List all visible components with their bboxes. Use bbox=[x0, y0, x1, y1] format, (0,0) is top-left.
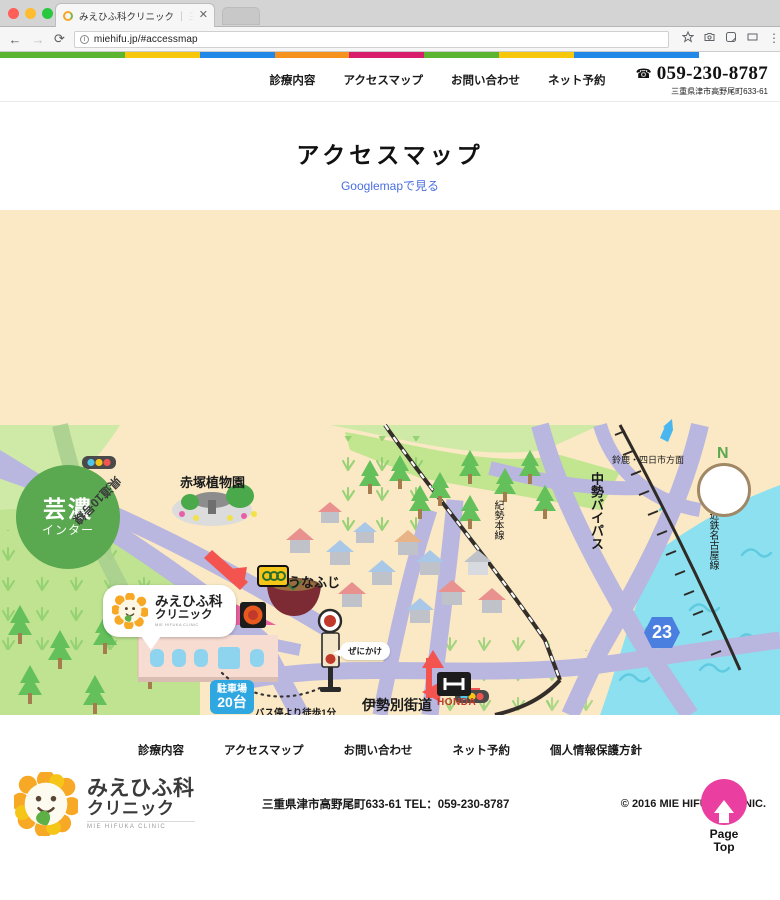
minimize-window-button[interactable] bbox=[25, 8, 36, 19]
label-akatsuka-botanical-garden: 赤塚植物園 bbox=[180, 475, 246, 490]
page-top-label-1: Page bbox=[709, 827, 739, 841]
site-footer: 診療内容 アクセスマップ お問い合わせ ネット予約 個人情報保護方針 みえひふ科… bbox=[0, 715, 780, 838]
footer-item-accessmap[interactable]: アクセスマップ bbox=[224, 742, 304, 758]
browser-window: みえひふ科クリニック ｜ 三重県 ✕ ← → ⟳ i miehifu.jp/#a… bbox=[0, 0, 780, 900]
parking-badge: 駐車場 20台 bbox=[210, 680, 254, 715]
bookmark-star-icon[interactable] bbox=[681, 30, 695, 48]
access-map[interactable]: 芸濃 インター みえひふ科 クリニック MIE HIFUKA CLINIC 赤塚… bbox=[0, 210, 780, 715]
header-phone-number: 059-230-8787 bbox=[656, 62, 768, 84]
walk-note: バス停より徒歩1分 bbox=[255, 708, 337, 715]
label-kintetsu-nagoya-line: 近鉄名古屋線 bbox=[707, 510, 718, 570]
reload-icon[interactable]: ⟳ bbox=[54, 31, 65, 47]
stripe-segment-7 bbox=[574, 52, 699, 58]
clinic-callout: みえひふ科 クリニック MIE HIFUKA CLINIC bbox=[103, 585, 236, 650]
page-viewport: 診療内容 アクセスマップ お問い合わせ ネット予約 ☎ 059-230-8787… bbox=[0, 52, 780, 899]
footer-item-shinryou[interactable]: 診療内容 bbox=[138, 742, 184, 758]
nav-item-reservation[interactable]: ネット予約 bbox=[548, 72, 606, 88]
forward-icon[interactable]: → bbox=[31, 33, 45, 46]
label-chusei-bypass-north: 中勢バイパス bbox=[589, 472, 604, 550]
arrow-up-icon bbox=[714, 790, 734, 824]
callout-line3: MIE HIFUKA CLINIC bbox=[155, 622, 199, 628]
site-info-icon[interactable]: i bbox=[79, 34, 89, 44]
close-tab-icon[interactable]: ✕ bbox=[199, 10, 208, 21]
label-honda: HONDA bbox=[437, 697, 477, 708]
compass-rose: N bbox=[697, 445, 751, 517]
header-contact: ☎ 059-230-8787 三重県津市高野尾町633-61 bbox=[636, 63, 768, 97]
footer-brand: みえひふ科 クリニック MIE HIFUKA CLINIC bbox=[11, 770, 250, 838]
color-stripe bbox=[0, 52, 780, 58]
stripe-segment-1 bbox=[124, 52, 200, 58]
maximize-window-button[interactable] bbox=[42, 8, 53, 19]
telephone-icon: ☎ bbox=[635, 65, 652, 81]
label-kisei-main-line: 紀勢本線 bbox=[492, 500, 503, 540]
site-header: 診療内容 アクセスマップ お問い合わせ ネット予約 ☎ 059-230-8787… bbox=[0, 58, 780, 102]
browser-toolbar: ← → ⟳ i miehifu.jp/#accessmap ⋮ bbox=[0, 27, 780, 52]
parking-count: 20台 bbox=[217, 694, 247, 710]
new-tab-button[interactable] bbox=[222, 7, 260, 25]
callout-line2: クリニック bbox=[155, 609, 213, 622]
footer-item-contact[interactable]: お問い合わせ bbox=[344, 742, 413, 758]
footer-bottom: みえひふ科 クリニック MIE HIFUKA CLINIC 三重県津市高野尾町6… bbox=[0, 758, 780, 838]
favicon-icon bbox=[62, 10, 74, 22]
compass-north-label: N bbox=[717, 445, 729, 462]
nav-item-accessmap[interactable]: アクセスマップ bbox=[343, 72, 423, 88]
label-unafuji: うなふじ bbox=[288, 575, 341, 590]
frame-icon[interactable] bbox=[746, 30, 759, 48]
note-icon[interactable] bbox=[725, 30, 737, 48]
stripe-segment-6 bbox=[499, 52, 575, 58]
label-suzuka-yokkaichi-direction: 鈴鹿・四日市方面 bbox=[612, 455, 685, 465]
browser-tab[interactable]: みえひふ科クリニック ｜ 三重県 ✕ bbox=[55, 3, 215, 27]
nav-item-contact[interactable]: お問い合わせ bbox=[451, 72, 520, 88]
brand-line3: MIE HIFUKA CLINIC bbox=[87, 820, 195, 830]
tab-title: みえひふ科クリニック ｜ 三重県 bbox=[79, 11, 194, 23]
url-text: miehifu.jp/#accessmap bbox=[93, 33, 198, 45]
page-title-area: アクセスマップ Googlemapで見る bbox=[0, 102, 780, 210]
footer-nav: 診療内容 アクセスマップ お問い合わせ ネット予約 個人情報保護方針 bbox=[0, 715, 780, 758]
footer-item-privacy[interactable]: 個人情報保護方針 bbox=[550, 742, 642, 758]
googlemap-link[interactable]: Googlemapで見る bbox=[0, 177, 780, 194]
page-top-button[interactable]: Page Top bbox=[693, 779, 755, 853]
window-controls[interactable] bbox=[8, 8, 53, 19]
page-title: アクセスマップ bbox=[296, 142, 484, 168]
sunflower-logo-icon bbox=[110, 592, 150, 630]
stripe-segment-4 bbox=[349, 52, 425, 58]
header-address: 三重県津市高野尾町633-61 bbox=[671, 86, 768, 96]
browser-menu-icon[interactable]: ⋮ bbox=[768, 32, 780, 44]
callout-line1: みえひふ科 bbox=[155, 593, 223, 609]
stripe-segment-3 bbox=[274, 52, 350, 58]
label-zenikake-bubble: ぜにかけ bbox=[332, 642, 391, 660]
label-isebetsu-kaido: 伊勢別街道 bbox=[362, 697, 432, 713]
toolbar-icons: ⋮ bbox=[678, 30, 780, 48]
stripe-segment-0 bbox=[0, 52, 125, 58]
stripe-segment-5 bbox=[424, 52, 500, 58]
tab-strip: みえひふ科クリニック ｜ 三重県 ✕ bbox=[0, 0, 780, 27]
back-icon[interactable]: ← bbox=[8, 33, 22, 46]
stripe-segment-2 bbox=[199, 52, 275, 58]
close-window-button[interactable] bbox=[8, 8, 19, 19]
camera-icon[interactable] bbox=[703, 30, 716, 48]
page-top-circle[interactable] bbox=[701, 779, 747, 825]
brand-line1: みえひふ科 bbox=[87, 776, 195, 800]
nav-item-shinryou[interactable]: 診療内容 bbox=[269, 72, 315, 88]
footer-address-tel: 三重県津市高野尾町633-61 TEL：059-230-8787 bbox=[262, 799, 510, 811]
address-bar[interactable]: i miehifu.jp/#accessmap bbox=[73, 30, 669, 48]
brand-line2: クリニック bbox=[87, 799, 175, 819]
sunflower-logo-icon bbox=[11, 770, 81, 838]
page-top-label-2: Top bbox=[713, 839, 735, 854]
footer-item-reservation[interactable]: ネット予約 bbox=[453, 742, 511, 758]
interchange-sub: インター bbox=[41, 523, 94, 538]
